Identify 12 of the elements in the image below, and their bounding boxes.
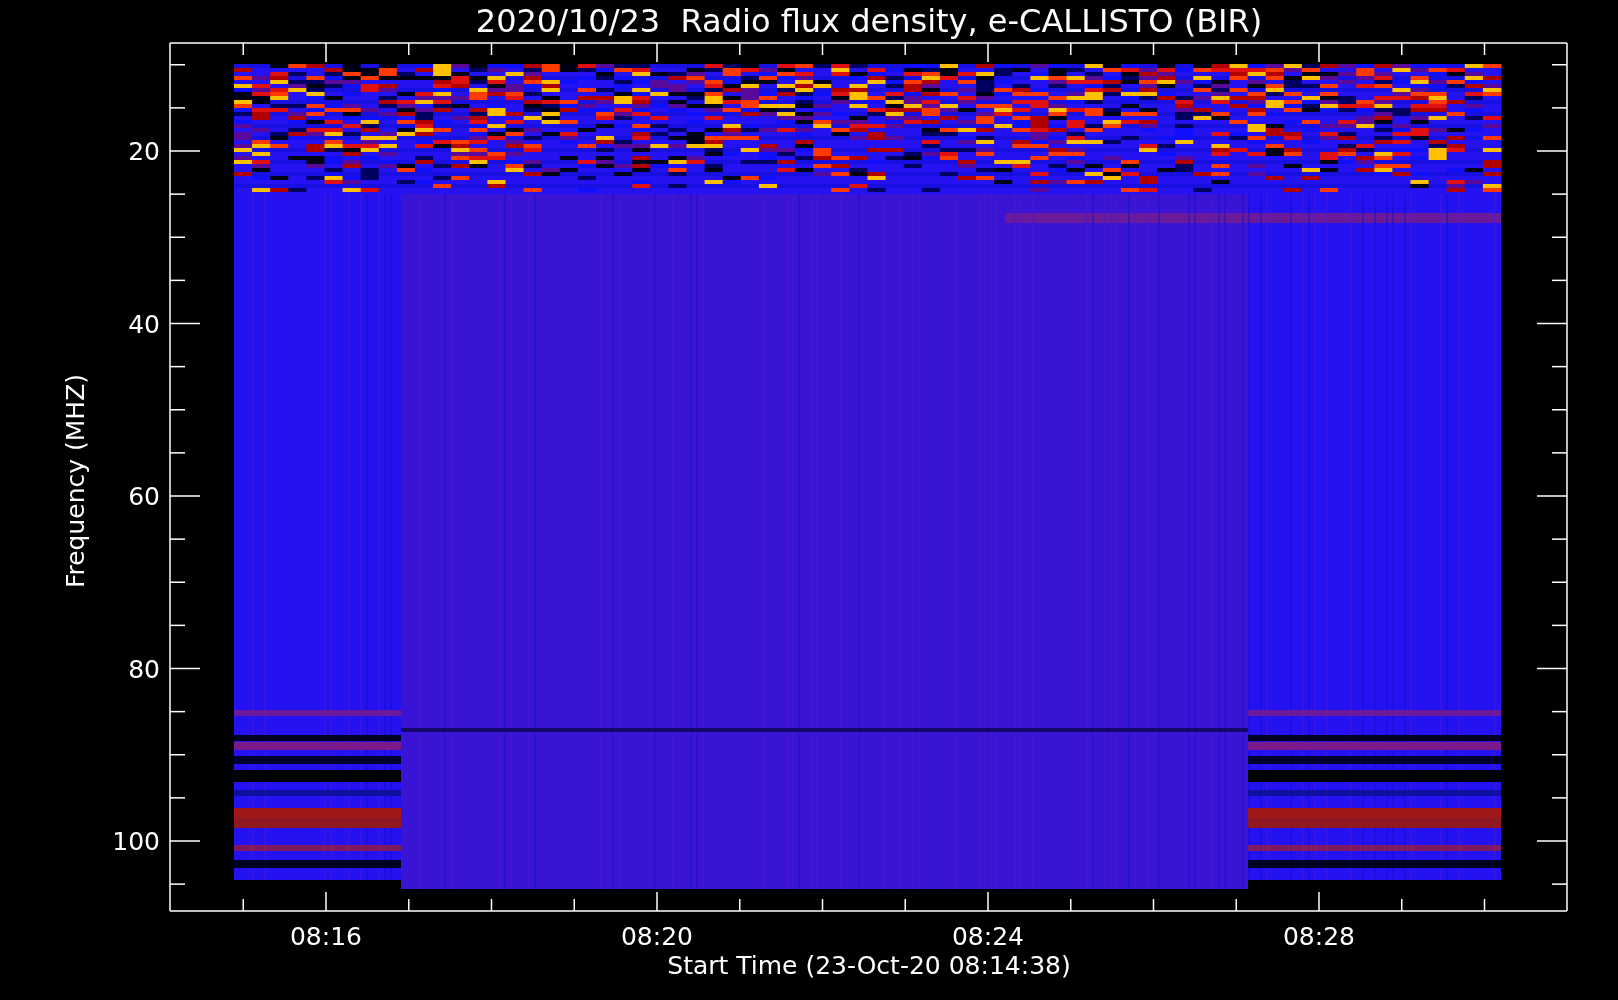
chart-title: 2020/10/23 Radio flux density, e-CALLISTO (BIR) (475, 2, 1263, 40)
axis-tick-label: 08:16 (290, 922, 362, 951)
axis-tick-label: 08:20 (621, 922, 693, 951)
axis-tick-label: 100 (112, 827, 160, 856)
axis-tick-label: 08:28 (1283, 922, 1355, 951)
axis-tick-label: 60 (128, 482, 160, 511)
axis-title: Frequency (MHZ) (61, 373, 90, 589)
axis-tick-label: 20 (128, 137, 160, 166)
axis-title: Start Time (23-Oct-20 08:14:38) (667, 951, 1071, 980)
axis-tick-label: 80 (128, 654, 160, 684)
axis-tick-label: 40 (128, 309, 160, 339)
axis-tick-label: 08:24 (952, 922, 1024, 951)
